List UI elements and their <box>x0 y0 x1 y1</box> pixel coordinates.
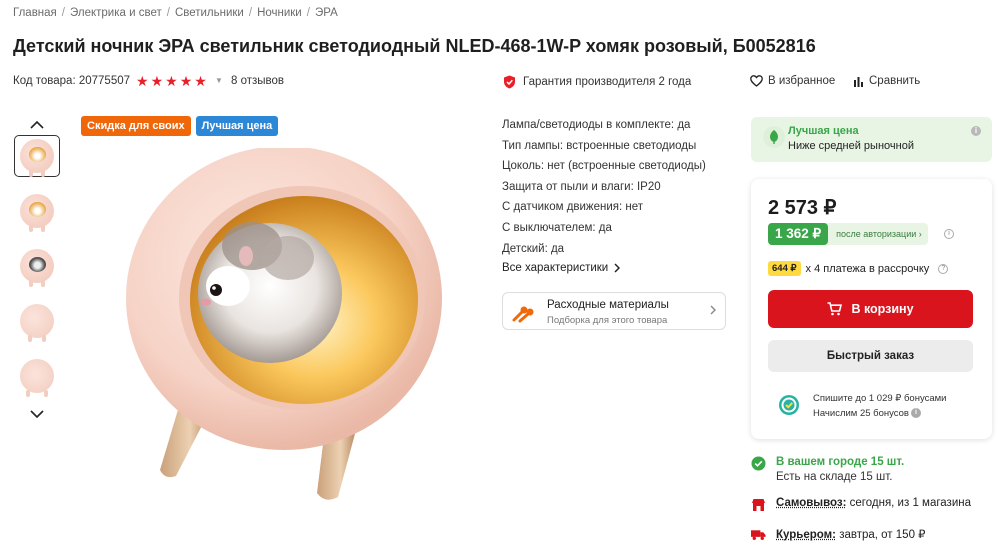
spec-item: Защита от пыли и влаги: IP20 <box>502 180 661 193</box>
specs-list: Лампа/светодиоды в комплекте: да Тип лам… <box>502 115 706 259</box>
compare-icon <box>854 76 863 87</box>
best-price-title: Лучшая цена <box>788 125 859 137</box>
stock-warehouse-label: Есть на складе 15 шт. <box>776 471 893 483</box>
warranty-label: Гарантия производителя 2 года <box>523 76 692 88</box>
favorite-button[interactable]: В избранное <box>750 75 835 87</box>
favorite-label: В избранное <box>768 75 836 87</box>
truck-icon <box>751 527 766 542</box>
compare-label: Сравнить <box>869 75 921 87</box>
page-title: Детский ночник ЭРА светильник светодиодн… <box>13 36 816 56</box>
quick-order-button[interactable]: Быстрый заказ <box>768 340 973 372</box>
installment-text: х 4 платежа в рассрочку <box>805 262 930 275</box>
bonus-line-2: Начислим 25 бонусов <box>813 408 909 419</box>
courier-row: Курьером: завтра, от 150 ₽ <box>751 527 925 542</box>
check-circle-icon <box>751 456 766 471</box>
spec-item: С выключателем: да <box>502 221 612 234</box>
shield-check-icon <box>504 75 515 89</box>
pickup-label[interactable]: Самовывоз: <box>776 497 846 509</box>
all-specs-label: Все характеристики <box>502 262 609 274</box>
consumables-subtitle: Подборка для этого товара <box>547 315 668 326</box>
chevron-right-icon <box>710 304 716 318</box>
bonus-icon <box>779 395 799 415</box>
add-to-cart-label: В корзину <box>851 302 914 316</box>
info-icon[interactable]: i <box>911 408 921 418</box>
buy-card: 2 573 ₽ 1 362 ₽ после авторизации › i 64… <box>751 179 992 439</box>
reviews-link[interactable]: 8 отзывов <box>231 75 284 87</box>
consumables-title: Расходные материалы <box>547 299 669 311</box>
courier-text: завтра, от 150 ₽ <box>836 529 926 541</box>
auth-price-value: 1 362 ₽ <box>768 223 829 245</box>
best-price-badge[interactable]: Лучшая цена <box>195 116 279 136</box>
installment-info[interactable]: 644 ₽ х 4 платежа в рассрочку ? <box>768 261 949 276</box>
pickup-row: Самовывоз: сегодня, из 1 магазина <box>751 497 971 512</box>
star-icon: ★ <box>179 73 193 89</box>
courier-label[interactable]: Курьером: <box>776 529 836 541</box>
heart-icon <box>750 75 763 87</box>
star-icon: ★ <box>194 73 207 89</box>
thumbnail-3[interactable] <box>14 245 60 287</box>
star-icon: ★ <box>136 73 149 89</box>
best-price-subtitle: Ниже средней рыночной <box>788 140 914 152</box>
breadcrumb-brand[interactable]: ЭРА <box>315 7 338 19</box>
price: 2 573 ₽ <box>768 197 837 219</box>
compare-button[interactable]: Сравнить <box>853 75 920 87</box>
thumbnail-5[interactable] <box>14 355 60 397</box>
spec-item: Тип лампы: встроенные светодиоды <box>502 139 697 152</box>
warranty-info: Гарантия производителя 2 года <box>503 75 691 89</box>
store-icon <box>751 497 766 512</box>
stock-city-label[interactable]: В вашем городе 15 шт. <box>776 456 904 468</box>
chevron-up-icon[interactable] <box>13 115 61 135</box>
auth-price-note: после авторизации › <box>836 229 922 239</box>
breadcrumb-electrics[interactable]: Электрика и свет <box>70 7 162 19</box>
thumbnail-gallery <box>13 115 61 424</box>
spec-item: С датчиком движения: нет <box>502 201 644 214</box>
pickup-text: сегодня, из 1 магазина <box>846 497 971 509</box>
tools-icon <box>512 306 534 323</box>
discount-badge[interactable]: Скидка для своих <box>81 116 191 136</box>
auth-price-badge[interactable]: 1 362 ₽ после авторизации › <box>768 223 928 245</box>
product-sku: Код товара: 20775507 <box>13 75 131 87</box>
bonus-line-1: Спишите до 1 029 ₽ бонусами <box>813 393 947 404</box>
installment-amount: 644 ₽ <box>768 261 801 276</box>
info-icon[interactable]: i <box>944 229 954 239</box>
breadcrumb: Главная / Электрика и свет / Светильники / … <box>13 7 338 19</box>
product-meta-row: Код товара: 20775507 ★ ★ ★ ★ ★ ▼ 8 отзыв… <box>13 73 988 92</box>
spec-item: Детский: да <box>502 242 565 255</box>
rating-stars[interactable]: ★ ★ ★ ★ ★ <box>136 73 207 89</box>
chevron-down-icon[interactable] <box>13 404 61 424</box>
chevron-right-icon <box>614 263 621 273</box>
breadcrumb-nightlights[interactable]: Ночники <box>257 7 302 19</box>
product-main-image[interactable] <box>120 146 450 508</box>
info-icon[interactable]: i <box>971 126 981 136</box>
product-badges: Скидка для своих Лучшая цена <box>81 116 279 136</box>
thumbnail-4[interactable] <box>14 300 60 342</box>
star-icon: ★ <box>150 73 164 89</box>
help-icon[interactable]: ? <box>938 263 949 274</box>
stock-city: В вашем городе 15 шт. Есть на складе 15 … <box>751 456 904 483</box>
all-specs-link[interactable]: Все характеристики <box>502 262 621 274</box>
breadcrumb-home[interactable]: Главная <box>13 7 57 19</box>
best-price-card: Лучшая цена Ниже средней рыночной i <box>751 117 992 162</box>
consumables-card[interactable]: Расходные материалы Подборка для этого т… <box>502 292 726 330</box>
add-to-cart-button[interactable]: В корзину <box>768 290 973 328</box>
star-icon: ★ <box>165 73 178 89</box>
spec-item: Цоколь: нет (встроенные светодиоды) <box>502 160 706 173</box>
cart-icon <box>827 302 843 316</box>
caret-down-icon[interactable]: ▼ <box>215 76 223 85</box>
spec-item: Лампа/светодиоды в комплекте: да <box>502 119 691 131</box>
thumbnail-2[interactable] <box>14 190 60 232</box>
leaf-icon <box>763 126 785 148</box>
hamster-lamp-image <box>126 146 442 500</box>
thumbnail-1[interactable] <box>14 135 60 177</box>
breadcrumb-lamps[interactable]: Светильники <box>175 7 244 19</box>
